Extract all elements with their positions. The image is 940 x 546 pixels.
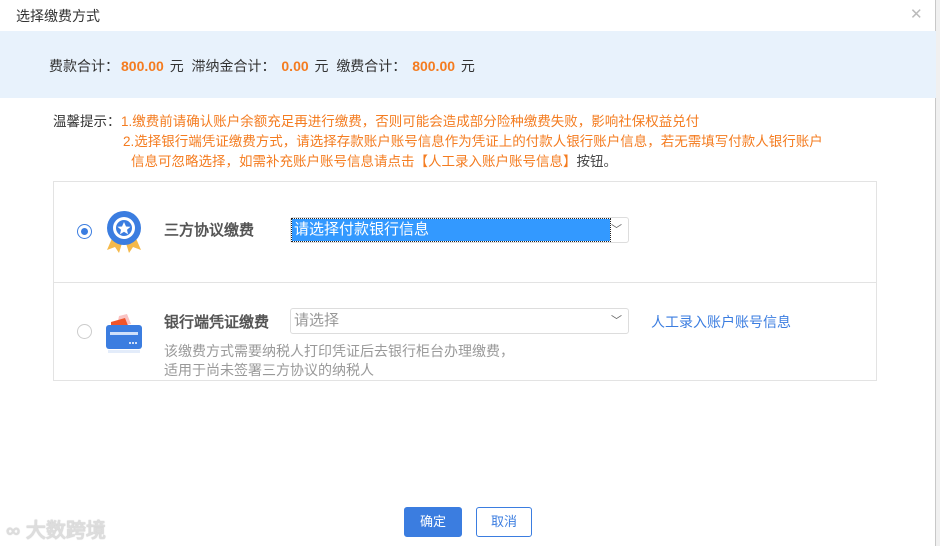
radio-tripartite[interactable] xyxy=(77,224,92,239)
payment-summary: 费款合计： 800.00 元 滞纳金合计： 0.00 元 缴费合计： 800.00… xyxy=(0,31,936,98)
watermark-logo-icon: ∞ xyxy=(6,520,26,542)
payment-method-dialog: 选择缴费方式 ✕ 费款合计： 800.00 元 滞纳金合计： 0.00 元 缴费合… xyxy=(0,0,936,546)
tips-label: 温馨提示： xyxy=(53,114,121,129)
fee-amount: 800.00 xyxy=(121,58,164,74)
tip-line-3: 信息可忽略选择，如需补充账户账号信息请点击【人工录入账户账号信息】 xyxy=(131,154,577,169)
dialog-title: 选择缴费方式 xyxy=(16,8,100,24)
radio-bank-voucher[interactable] xyxy=(77,324,92,339)
tip-line-3-tail: 按钮。 xyxy=(576,154,618,169)
description-line-2: 适用于尚未签署三方协议的纳税人 xyxy=(164,362,374,378)
close-icon[interactable]: ✕ xyxy=(910,5,923,23)
option-label-bank-voucher: 银行端凭证缴费 xyxy=(164,314,270,331)
chevron-down-icon: ﹀ xyxy=(611,315,622,327)
total-amount: 800.00 xyxy=(412,58,456,74)
total-label: 缴费合计： xyxy=(336,58,407,74)
total-unit: 元 xyxy=(460,58,475,74)
bank-info-select-value: 请选择付款银行信息 xyxy=(291,218,611,242)
description-line-1: 该缴费方式需要纳税人打印凭证后去银行柜台办理缴费， xyxy=(164,343,514,359)
cancel-button[interactable]: 取消 xyxy=(476,507,532,537)
badge-icon xyxy=(107,211,141,253)
option-label-tripartite: 三方协议缴费 xyxy=(164,222,255,239)
confirm-button[interactable]: 确定 xyxy=(404,507,462,537)
bank-info-select[interactable]: 请选择付款银行信息 ﹀ xyxy=(290,217,629,243)
tip-line-1: 1.缴费前请确认账户余额充足再进行缴费，否则可能会造成部分险种缴费失败，影响社保… xyxy=(121,114,700,129)
bank-voucher-description: 该缴费方式需要纳税人打印凭证后去银行柜台办理缴费， 适用于尚未签署三方协议的纳税… xyxy=(164,342,514,380)
watermark: ∞ 大数跨境 xyxy=(6,514,106,543)
late-fee-label: 滞纳金合计： xyxy=(191,58,276,74)
bank-account-select[interactable]: 请选择 ﹀ xyxy=(290,308,629,334)
chevron-down-icon: ﹀ xyxy=(611,224,622,236)
bank-account-select-placeholder: 请选择 xyxy=(294,312,340,329)
divider xyxy=(54,282,876,283)
late-fee-amount: 0.00 xyxy=(281,58,309,74)
watermark-text: 大数跨境 xyxy=(25,520,106,542)
late-fee-unit: 元 xyxy=(314,58,329,74)
fee-label: 费款合计： xyxy=(49,58,119,74)
manual-entry-link[interactable]: 人工录入账户账号信息 xyxy=(651,312,791,332)
payment-options: 三方协议缴费 请选择付款银行信息 ﹀ 银行端凭证缴费 请选择 ﹀ 人工录入账户账… xyxy=(53,181,877,381)
window-edge xyxy=(936,0,940,546)
bank-card-icon xyxy=(106,314,142,353)
fee-unit: 元 xyxy=(169,58,184,74)
tip-line-2: 2.选择银行端凭证缴费方式，请选择存款账户账号信息作为凭证上的付款人银行账户信息… xyxy=(123,134,823,149)
